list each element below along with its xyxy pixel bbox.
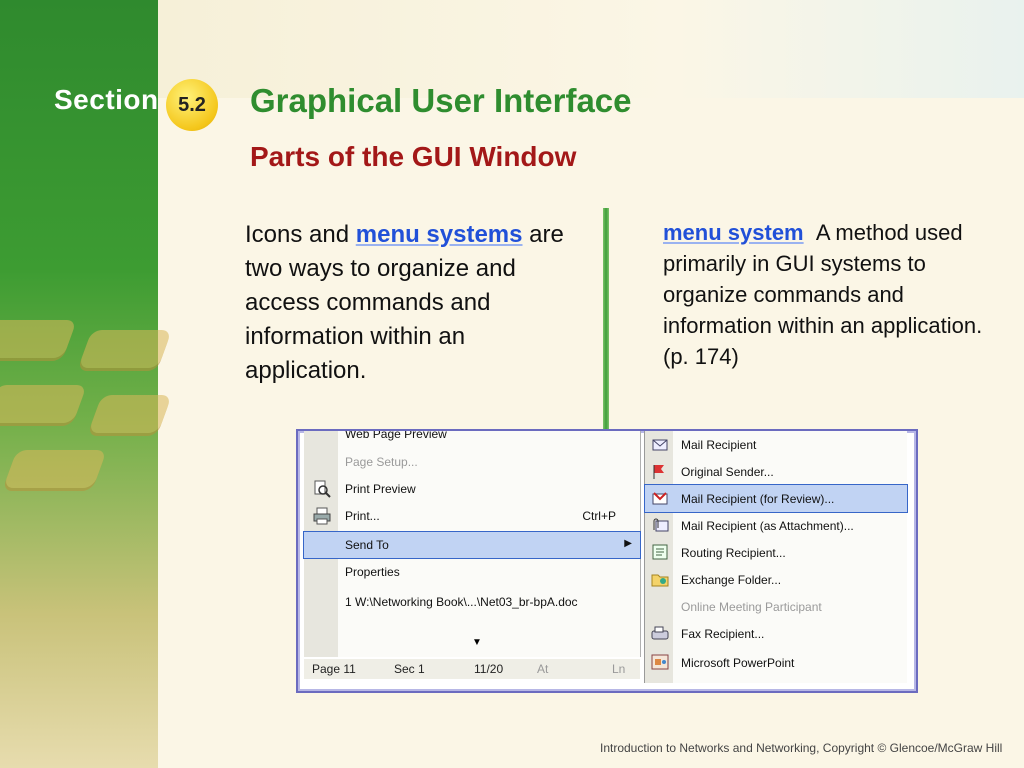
submenu-item-mail-recipient-review[interactable]: Mail Recipient (for Review)...	[644, 484, 908, 513]
section-label: Section	[54, 84, 159, 115]
menu-item-print-preview[interactable]: Print Preview	[304, 476, 640, 502]
section-number-badge: 5.2	[166, 79, 218, 131]
reply-flag-icon	[653, 465, 664, 479]
fax-icon	[651, 626, 669, 640]
attachment-mail-icon	[653, 518, 669, 532]
status-bar: Page 11 Sec 1 11/20 At Ln	[304, 659, 640, 679]
submenu-item-powerpoint[interactable]: Microsoft PowerPoint	[645, 649, 907, 676]
print-preview-icon	[314, 480, 331, 498]
submenu-item-routing-recipient[interactable]: Routing Recipient...	[645, 539, 907, 566]
submenu-item-mail-attachment[interactable]: Mail Recipient (as Attachment)...	[645, 512, 907, 539]
menu-item-web-page-preview[interactable]: Web Page Preview	[304, 431, 640, 447]
copyright-footer: Introduction to Networks and Networking,…	[600, 741, 1003, 755]
menu-item-page-setup[interactable]: Page Setup...	[304, 449, 640, 475]
submenu-item-fax-recipient[interactable]: Fax Recipient...	[645, 620, 907, 647]
menu-item-send-to[interactable]: Send To ▶	[303, 531, 641, 559]
page-subtitle: Parts of the GUI Window	[250, 141, 577, 172]
keyword-link[interactable]: menu systems	[356, 221, 523, 248]
body-paragraph: Icons and menu systems are two ways to o…	[245, 221, 564, 384]
mail-icon	[652, 439, 668, 451]
printer-icon	[313, 507, 331, 525]
routing-slip-icon	[652, 544, 668, 560]
file-menu: Web Page Preview Page Setup... Print Pre…	[303, 431, 641, 657]
divider-line	[603, 208, 609, 433]
definition-term[interactable]: menu system	[663, 220, 804, 245]
menu-item-recent-file[interactable]: 1 W:\Networking Book\...\Net03_br-bpA.do…	[304, 589, 640, 615]
submenu-arrow-icon: ▶	[624, 538, 632, 549]
submenu-item-mail-recipient[interactable]: Mail Recipient	[645, 431, 907, 458]
page-title: Graphical User Interface	[250, 82, 632, 119]
menu-item-print[interactable]: Print... Ctrl+P	[304, 503, 640, 529]
review-mail-icon	[652, 492, 668, 505]
menu-expand-chevron-icon[interactable]: ▼	[472, 637, 482, 648]
powerpoint-icon	[651, 654, 669, 670]
exchange-folder-icon	[651, 574, 669, 587]
keyboard-decoration	[0, 300, 175, 560]
submenu-item-original-sender[interactable]: Original Sender...	[645, 458, 907, 485]
menu-screenshot: Web Page Preview Page Setup... Print Pre…	[296, 429, 918, 693]
send-to-submenu: Mail Recipient Original Sender... Mail R…	[644, 431, 908, 683]
submenu-item-exchange-folder[interactable]: Exchange Folder...	[645, 566, 907, 593]
submenu-item-online-meeting[interactable]: Online Meeting Participant	[645, 593, 907, 620]
definition-box: menu system A method used primarily in G…	[663, 217, 1013, 372]
menu-item-properties[interactable]: Properties	[304, 559, 640, 585]
